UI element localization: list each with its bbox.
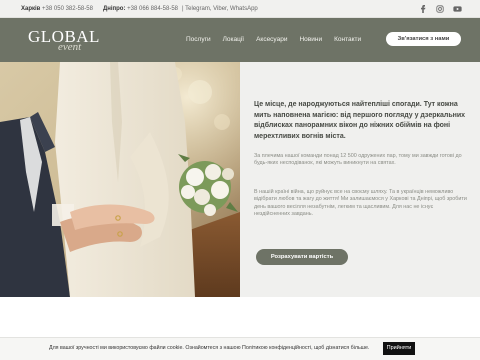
hero-content: Це місце, де народжуються найтепліші спо… <box>240 62 480 297</box>
hero-headline: Це місце, де народжуються найтепліші спо… <box>254 101 466 140</box>
social-links <box>417 3 463 15</box>
city-dnipro: Дніпро: <box>102 5 126 12</box>
hero-paragraph-war: В нашій країні війна, що руйнує все на с… <box>254 189 467 217</box>
nav-item-services[interactable]: Послуги <box>180 33 217 47</box>
facebook-icon[interactable] <box>417 3 429 15</box>
hero-wedding-photo <box>0 62 240 297</box>
nav-item-locations[interactable]: Локації <box>217 33 250 47</box>
next-section <box>0 297 480 337</box>
top-bar: Харків +38 050 382-58-58 Дніпро: +38 066… <box>0 0 480 18</box>
logo-sub-text: event <box>58 41 82 53</box>
city-kharkiv: Харків <box>21 5 41 12</box>
nav-item-news[interactable]: Новини <box>293 33 328 47</box>
phone-dnipro[interactable]: +38 066 884-58-58 <box>127 6 178 12</box>
nav-item-contacts[interactable]: Контакти <box>328 33 367 47</box>
main-nav: Послуги Локації Аксесуари Новини Контакт… <box>180 33 367 47</box>
main-header: GLOBAL event Послуги Локації Аксесуари Н… <box>0 18 480 62</box>
nav-item-accessories[interactable]: Аксесуари <box>250 33 293 47</box>
hero-paragraph-experience: За плечима нашої команди понад 12 500 од… <box>254 153 462 167</box>
cookie-text: Для вашої зручності ми використовуємо фа… <box>49 345 370 351</box>
youtube-icon[interactable] <box>451 3 463 15</box>
instagram-icon[interactable] <box>434 3 446 15</box>
cookie-banner: Для вашої зручності ми використовуємо фа… <box>0 337 480 360</box>
phone-kharkiv[interactable]: +38 050 382-58-58 <box>42 6 93 12</box>
messengers-text: | Telegram, Viber, WhatsApp <box>182 5 258 12</box>
contact-us-button[interactable]: Зв'язатися з нами <box>386 32 461 46</box>
accept-cookies-button[interactable]: Прийняти <box>383 342 415 355</box>
calculate-cost-button[interactable]: Розрахувати вартість <box>256 249 348 265</box>
logo[interactable]: GLOBAL event <box>28 27 100 53</box>
